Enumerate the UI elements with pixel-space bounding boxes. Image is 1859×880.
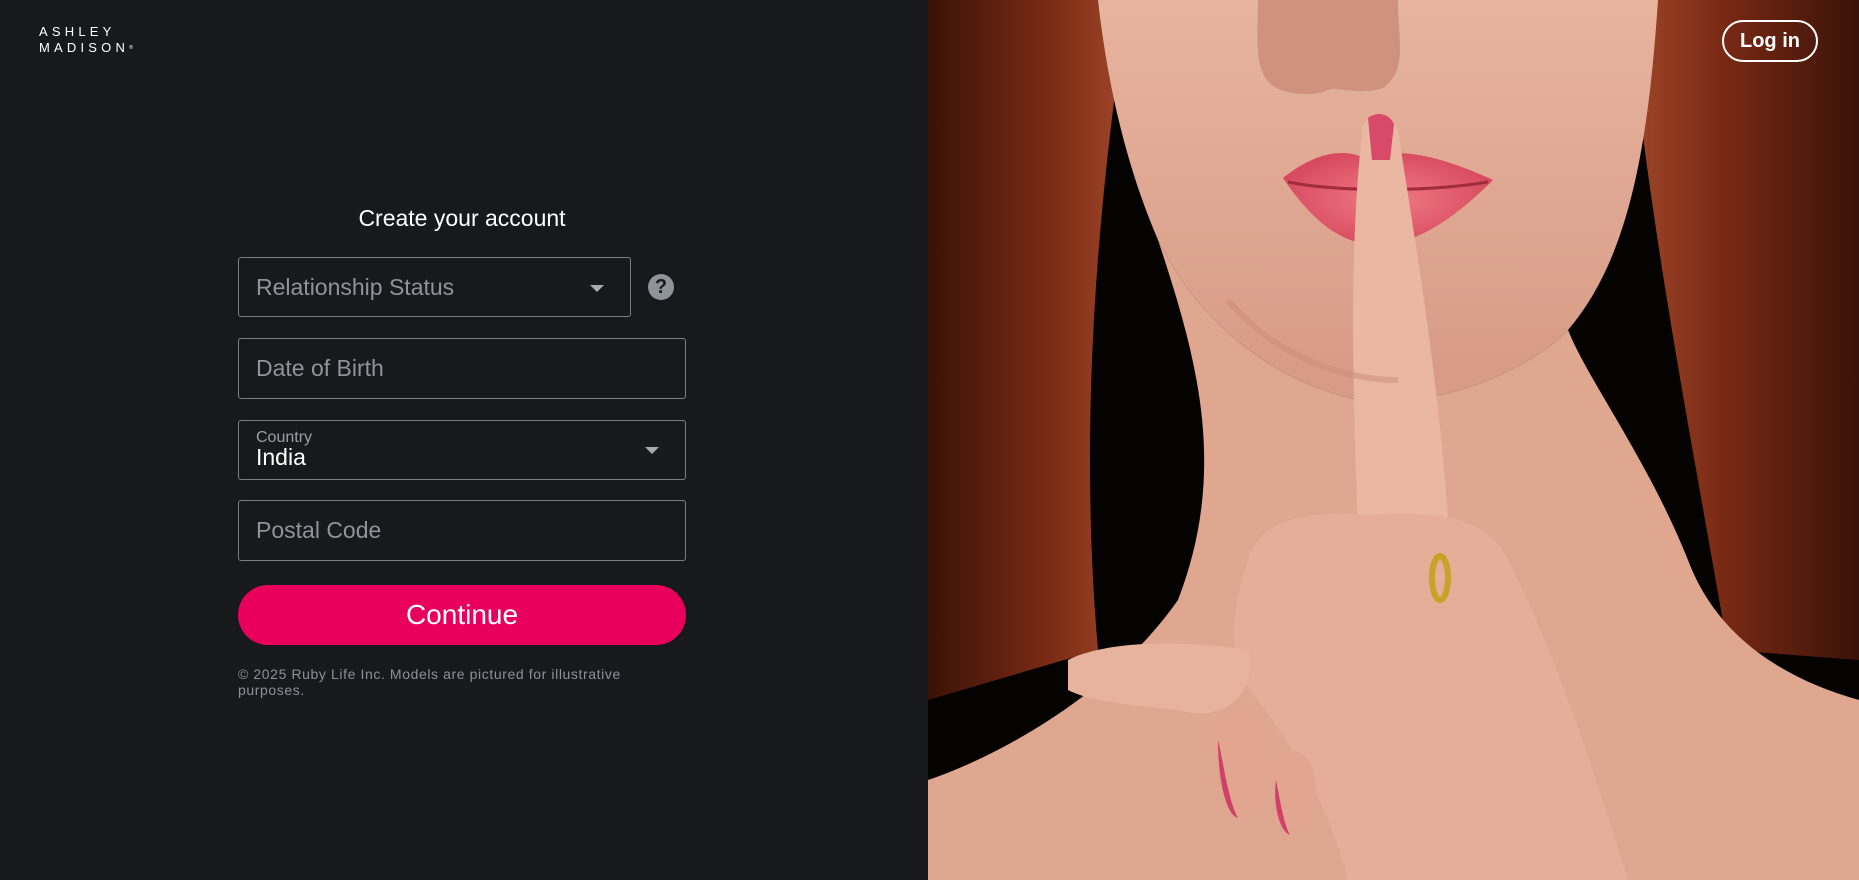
- signup-page: ASHLEY MADISON® Create your account Rela…: [0, 0, 1859, 880]
- relationship-status-select[interactable]: Relationship Status: [238, 257, 631, 317]
- continue-button[interactable]: Continue: [238, 585, 686, 645]
- chevron-down-icon: [590, 285, 604, 292]
- logo-line1: ASHLEY: [39, 24, 116, 39]
- chevron-down-icon: [645, 447, 659, 454]
- signup-panel: ASHLEY MADISON® Create your account Rela…: [0, 0, 928, 880]
- postal-code-field[interactable]: Postal Code: [238, 500, 686, 561]
- hero-image: [928, 0, 1859, 880]
- registered-mark: ®: [129, 45, 133, 51]
- country-select[interactable]: Country India: [238, 420, 686, 480]
- country-value: India: [256, 444, 306, 470]
- ashley-madison-logo[interactable]: ASHLEY MADISON®: [39, 24, 133, 56]
- logo-line2: MADISON®: [39, 40, 133, 56]
- hero-photo-illustration: [928, 0, 1859, 880]
- postal-code-placeholder: Postal Code: [256, 517, 382, 543]
- login-button[interactable]: Log in: [1722, 20, 1818, 62]
- help-icon[interactable]: ?: [648, 274, 674, 300]
- relationship-status-placeholder: Relationship Status: [256, 274, 455, 300]
- date-of-birth-placeholder: Date of Birth: [256, 355, 384, 381]
- page-title: Create your account: [358, 205, 566, 231]
- copyright-note: © 2025 Ruby Life Inc. Models are picture…: [238, 666, 621, 698]
- date-of-birth-field[interactable]: Date of Birth: [238, 338, 686, 399]
- logo-line2-text: MADISON: [39, 40, 130, 55]
